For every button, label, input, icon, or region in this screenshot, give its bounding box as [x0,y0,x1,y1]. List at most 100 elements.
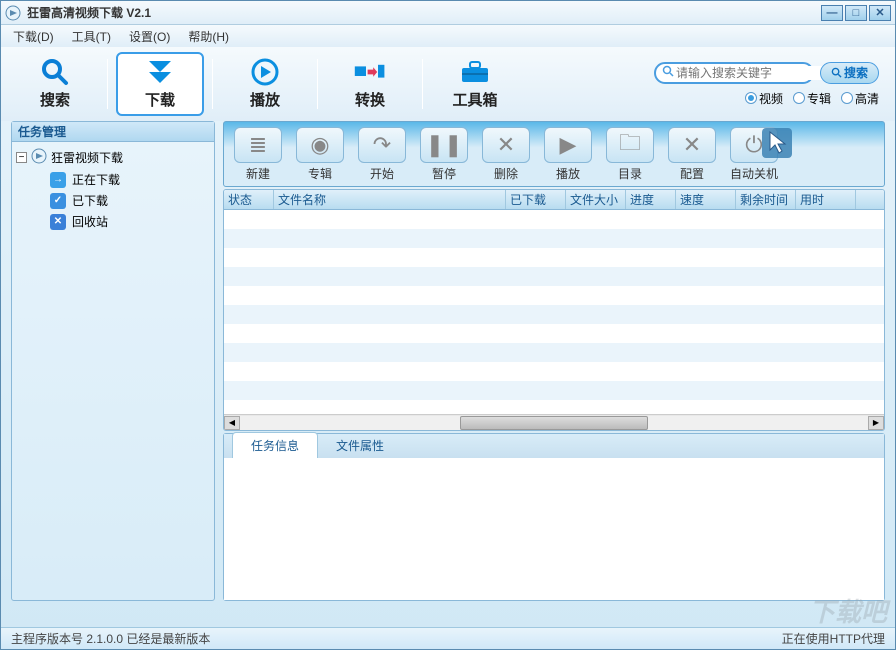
tab-task-info[interactable]: 任务信息 [232,432,318,458]
config-icon: ✕ [668,127,716,163]
column-header[interactable]: 已下载 [506,190,566,209]
table-row[interactable] [224,286,884,305]
nav-separator [212,59,213,109]
nav-toolbox[interactable]: 工具箱 [431,52,519,116]
search-button[interactable]: 搜索 [820,62,879,84]
sidebar-header: 任务管理 [12,122,214,142]
table-row[interactable] [224,362,884,381]
tab-content [224,458,884,600]
nav-separator [317,59,318,109]
tool-play[interactable]: ▶播放 [540,127,596,182]
tree-downloaded[interactable]: ✓ 已下载 [50,190,210,211]
maximize-button[interactable]: □ [845,5,867,21]
tool-album[interactable]: ◉专辑 [292,127,348,182]
scroll-left-icon[interactable]: ◀ [224,416,240,430]
scroll-thumb[interactable] [460,416,648,430]
tool-pause[interactable]: ❚❚暂停 [416,127,472,182]
h-scrollbar[interactable]: ◀ ▶ [224,414,884,430]
column-header[interactable]: 文件大小 [566,190,626,209]
column-header[interactable]: 进度 [626,190,676,209]
column-header[interactable]: 状态 [224,190,274,209]
scroll-right-icon[interactable]: ▶ [868,416,884,430]
tree-recycle[interactable]: ✕ 回收站 [50,211,210,232]
body-area: 任务管理 − 狂雷视频下载 → 正在下载 ✓ 已下载 [1,121,895,601]
column-header[interactable]: 文件名称 [274,190,506,209]
table-row[interactable] [224,400,884,414]
table-row[interactable] [224,229,884,248]
tree-root[interactable]: − 狂雷视频下载 [16,146,210,169]
column-header[interactable]: 剩余时间 [736,190,796,209]
nav-label: 播放 [250,89,280,110]
app-mini-icon [31,148,47,167]
album-icon: ◉ [296,127,344,163]
nav-label: 下载 [145,89,175,110]
radio-hd[interactable]: 高清 [841,90,879,107]
table-row[interactable] [224,210,884,229]
task-table: 状态文件名称已下载文件大小进度速度剩余时间用时 ◀ ▶ [223,189,885,431]
table-row[interactable] [224,343,884,362]
search-button-label: 搜索 [844,64,868,81]
folder-icon: 🗀 [606,127,654,163]
menu-settings[interactable]: 设置(O) [129,28,170,45]
nav-search[interactable]: 搜索 [11,52,99,116]
nav-convert[interactable]: 转换 [326,52,414,116]
right-panel: ≣新建 ◉专辑 ↷开始 ❚❚暂停 ✕删除 ▶播放 🗀目录 ✕配置 ⏻自动关机 状… [223,121,885,601]
tool-folder[interactable]: 🗀目录 [602,127,658,182]
radio-album[interactable]: 专辑 [793,90,831,107]
tool-config[interactable]: ✕配置 [664,127,720,182]
status-right: 正在使用HTTP代理 [782,630,885,647]
radio-video[interactable]: 视频 [745,90,783,107]
arrow-right-icon: → [50,172,66,188]
column-header[interactable]: 速度 [676,190,736,209]
sidebar: 任务管理 − 狂雷视频下载 → 正在下载 ✓ 已下载 [11,121,215,601]
new-icon: ≣ [234,127,282,163]
minimize-button[interactable]: — [821,5,843,21]
close-button[interactable]: ✕ [869,5,891,21]
menubar: 下载(D) 工具(T) 设置(O) 帮助(H) [1,25,895,47]
statusbar: 主程序版本号 2.1.0.0 已经是最新版本 正在使用HTTP代理 [1,627,895,649]
table-row[interactable] [224,381,884,400]
nav-label: 转换 [355,89,385,110]
table-header: 状态文件名称已下载文件大小进度速度剩余时间用时 [224,190,884,210]
convert-icon [354,59,386,85]
nav-separator [107,59,108,109]
menu-help[interactable]: 帮助(H) [188,28,229,45]
start-icon: ↷ [358,127,406,163]
window-controls: — □ ✕ [821,5,891,21]
menu-download[interactable]: 下载(D) [13,28,54,45]
app-icon [5,5,21,21]
table-row[interactable] [224,267,884,286]
column-header[interactable]: 用时 [796,190,856,209]
search-mini-icon [662,65,674,80]
nav-play[interactable]: 播放 [221,52,309,116]
tool-start[interactable]: ↷开始 [354,127,410,182]
table-row[interactable] [224,248,884,267]
tool-delete[interactable]: ✕删除 [478,127,534,182]
search-input[interactable] [676,66,831,80]
delete-icon: ✕ [482,127,530,163]
titlebar: 狂雷高清视频下载 V2.1 — □ ✕ [1,1,895,25]
tree-root-label: 狂雷视频下载 [51,149,123,166]
pause-icon: ❚❚ [420,127,468,163]
tree-downloading[interactable]: → 正在下载 [50,169,210,190]
tool-new[interactable]: ≣新建 [230,127,286,182]
nav-download[interactable]: 下载 [116,52,204,116]
tab-file-props[interactable]: 文件属性 [318,433,402,458]
menu-tools[interactable]: 工具(T) [72,28,111,45]
tree-collapse-icon[interactable]: − [16,152,27,163]
nav-label: 搜索 [40,89,70,110]
play2-icon: ▶ [544,127,592,163]
table-row[interactable] [224,324,884,343]
main-nav: 搜索 下载 播放 转换 工具箱 ▾ [1,47,895,121]
table-row[interactable] [224,305,884,324]
app-window: 狂雷高清视频下载 V2.1 — □ ✕ 下载(D) 工具(T) 设置(O) 帮助… [0,0,896,650]
toolbar: ≣新建 ◉专辑 ↷开始 ❚❚暂停 ✕删除 ▶播放 🗀目录 ✕配置 ⏻自动关机 [223,121,885,187]
search-input-wrap[interactable]: ▾ [654,62,814,84]
info-panel: 任务信息 文件属性 [223,433,885,601]
play-icon [249,59,281,85]
window-title: 狂雷高清视频下载 V2.1 [27,4,821,21]
tool-shutdown[interactable]: ⏻自动关机 [726,127,782,182]
nav-label: 工具箱 [452,89,497,110]
toolbox-icon [459,59,491,85]
nav-separator [422,59,423,109]
